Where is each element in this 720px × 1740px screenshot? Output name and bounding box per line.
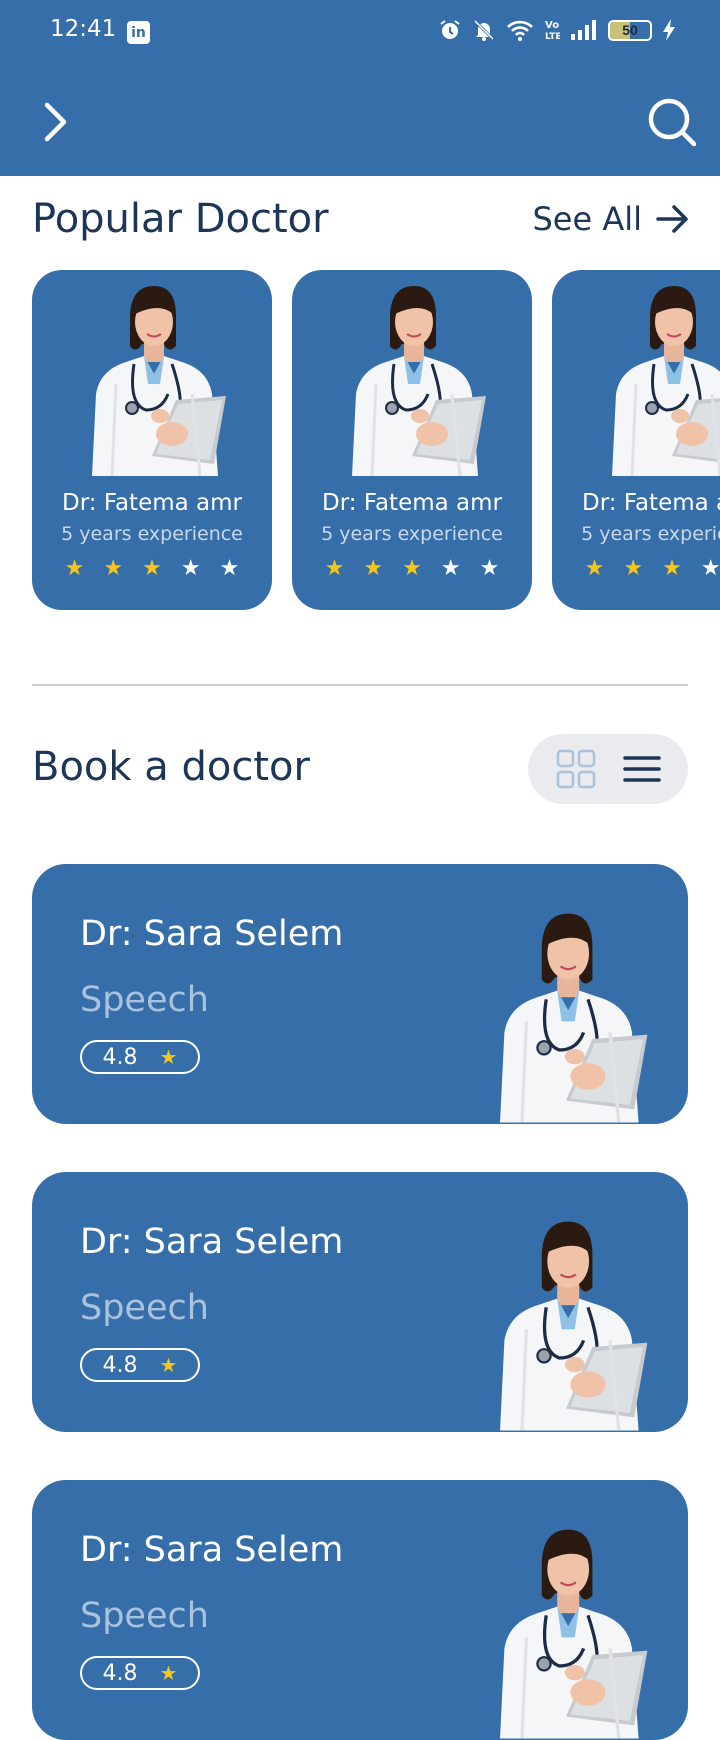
doctor-experience: 5 years experience bbox=[61, 523, 243, 545]
svg-text:LTE: LTE bbox=[545, 32, 560, 42]
svg-text:Vo: Vo bbox=[545, 20, 559, 31]
app-bar: 12:41 in Vo LTE 50 bbox=[0, 0, 720, 176]
wifi-icon bbox=[507, 20, 533, 41]
book-doctor-card[interactable]: Dr: Sara Selem Speech 4.8 ★ bbox=[32, 1480, 688, 1740]
arrow-right-icon bbox=[656, 205, 688, 233]
book-doctor-card[interactable]: Dr: Sara Selem Speech 4.8 ★ bbox=[32, 1172, 688, 1432]
doctor-name: Dr: Fatema amr bbox=[322, 490, 502, 516]
star-filled-icon: ★ bbox=[584, 556, 605, 581]
star-filled-icon: ★ bbox=[402, 556, 422, 581]
status-icons: Vo LTE 50 bbox=[438, 18, 676, 42]
doctor-specialty: Speech bbox=[80, 980, 209, 1020]
doctor-photo bbox=[72, 284, 232, 476]
search-icon[interactable] bbox=[642, 92, 702, 152]
popular-doctor-carousel[interactable]: Dr: Fatema amr 5 years experience ★ ★ ★ ★ ★ … bbox=[0, 270, 720, 610]
rating-stars: ★ ★ ★ ★ ★ bbox=[292, 556, 532, 581]
doctor-specialty: Speech bbox=[80, 1596, 209, 1636]
doctor-photo bbox=[332, 284, 492, 476]
star-icon: ★ bbox=[159, 1661, 178, 1685]
status-time: 12:41 bbox=[50, 16, 117, 42]
doctor-name: Dr: Fatema amr bbox=[62, 490, 242, 516]
star-icon: ★ bbox=[159, 1045, 178, 1069]
doctor-photo bbox=[478, 910, 654, 1124]
doctor-photo bbox=[478, 1526, 654, 1740]
doctor-name: Dr: Fatema amr bbox=[582, 490, 720, 516]
list-view-icon[interactable] bbox=[622, 754, 661, 784]
star-empty-icon: ★ bbox=[440, 556, 461, 581]
book-doctor-card[interactable]: Dr: Sara Selem Speech 4.8 ★ bbox=[32, 864, 688, 1124]
star-icon: ★ bbox=[159, 1353, 178, 1377]
charging-icon bbox=[663, 19, 675, 41]
signal-icon bbox=[571, 20, 596, 40]
linkedin-icon: in bbox=[127, 21, 150, 44]
view-toggle[interactable] bbox=[528, 734, 688, 804]
section-divider bbox=[32, 684, 688, 686]
popular-doctor-card[interactable]: Dr: Fatema amr 5 years experience ★★★★★ bbox=[552, 270, 720, 610]
rating-value: 4.8 bbox=[102, 1660, 138, 1686]
battery-level: 50 bbox=[622, 22, 638, 38]
see-all-label: See All bbox=[532, 200, 642, 238]
doctor-photo bbox=[478, 1218, 654, 1432]
star-empty-icon: ★ bbox=[180, 556, 201, 581]
chevron-right-icon[interactable] bbox=[30, 96, 82, 148]
doctor-photo bbox=[592, 284, 720, 476]
alarm-icon bbox=[440, 20, 460, 39]
rating-badge: 4.8 ★ bbox=[80, 1040, 200, 1074]
volte-icon: Vo LTE bbox=[545, 20, 560, 42]
rating-stars: ★★★★★ bbox=[552, 556, 720, 581]
star-empty-icon: ★ bbox=[700, 556, 720, 581]
star-filled-icon: ★ bbox=[142, 556, 162, 581]
battery-icon: 50 bbox=[608, 19, 652, 41]
star-empty-icon: ★ bbox=[479, 556, 500, 581]
doctor-specialty: Speech bbox=[80, 1288, 209, 1328]
popular-doctor-title: Popular Doctor bbox=[32, 196, 329, 242]
star-filled-icon: ★ bbox=[363, 556, 384, 581]
star-filled-icon: ★ bbox=[64, 556, 85, 581]
star-filled-icon: ★ bbox=[662, 556, 682, 581]
doctor-name: Dr: Sara Selem bbox=[80, 914, 344, 954]
rating-badge: 4.8 ★ bbox=[80, 1656, 200, 1690]
doctor-experience: 5 years experience bbox=[581, 523, 720, 545]
star-empty-icon: ★ bbox=[219, 556, 240, 581]
popular-doctor-card[interactable]: Dr: Fatema amr 5 years experience ★ ★ ★ ★ ★ bbox=[292, 270, 532, 610]
rating-badge: 4.8 ★ bbox=[80, 1348, 200, 1382]
star-filled-icon: ★ bbox=[623, 556, 644, 581]
grid-view-icon[interactable] bbox=[556, 749, 596, 789]
book-doctor-title: Book a doctor bbox=[32, 744, 310, 790]
star-filled-icon: ★ bbox=[103, 556, 124, 581]
popular-doctor-card[interactable]: Dr: Fatema amr 5 years experience ★ ★ ★ ★ ★ bbox=[32, 270, 272, 610]
star-filled-icon: ★ bbox=[324, 556, 345, 581]
rating-value: 4.8 bbox=[102, 1352, 138, 1378]
doctor-name: Dr: Sara Selem bbox=[80, 1222, 344, 1262]
doctor-experience: 5 years experience bbox=[321, 523, 503, 545]
bell-muted-icon bbox=[473, 19, 495, 41]
rating-stars: ★ ★ ★ ★ ★ bbox=[32, 556, 272, 581]
doctor-name: Dr: Sara Selem bbox=[80, 1530, 344, 1570]
rating-value: 4.8 bbox=[102, 1044, 138, 1070]
see-all-link[interactable]: See All bbox=[532, 200, 690, 238]
